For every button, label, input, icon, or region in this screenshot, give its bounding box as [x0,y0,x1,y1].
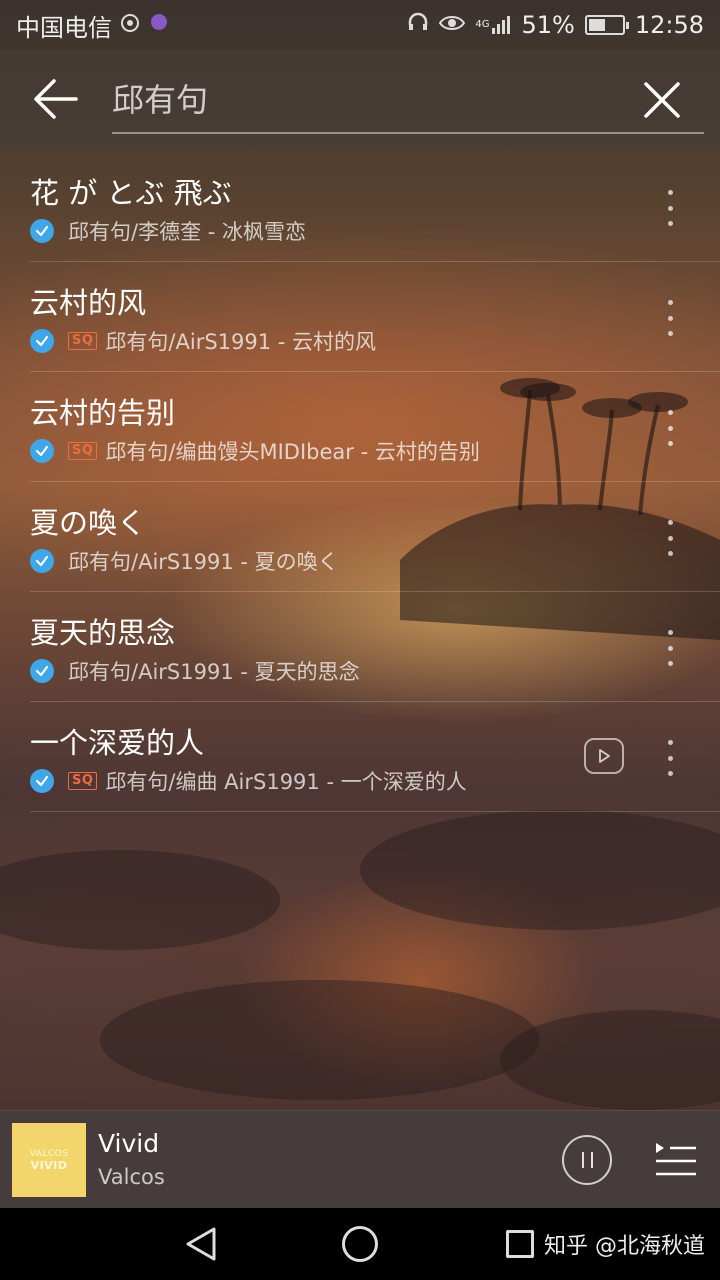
song-title: 夏の喚く [30,506,147,540]
mini-player[interactable]: VALCOS VIVID Vivid Valcos [0,1110,720,1208]
song-title: 云村的告别 [30,396,176,430]
song-title: 云村的风 [30,286,147,320]
sq-badge: SQ [68,332,98,350]
more-options-icon[interactable] [660,410,680,446]
downloaded-check-icon [30,219,54,243]
app-notification-icon [148,11,170,39]
battery-icon [584,15,629,35]
search-input[interactable]: 邱有句 [112,74,704,134]
headphones-icon [407,11,429,39]
song-meta: SQ 邱有句/编曲馒头MIDIbear - 云村的告别 [30,436,480,466]
nav-back-icon[interactable] [184,1226,218,1262]
song-meta: 邱有句/李德奎 - 冰枫雪恋 [30,216,306,246]
song-title: 一个深爱的人 [30,726,205,760]
watermark: 知乎 @北海秋道 [544,1234,705,1259]
clock: 12:58 [634,11,704,39]
song-list: 花 が とぶ 飛ぶ邱有句/李德奎 - 冰枫雪恋云村的风 SQ 邱有句/AirS199… [0,152,720,812]
song-meta: SQ 邱有句/AirS1991 - 云村的风 [30,326,376,356]
playlist-icon[interactable] [654,1137,698,1181]
song-row[interactable]: 云村的风 SQ 邱有句/AirS1991 - 云村的风 [30,262,720,372]
more-options-icon[interactable] [660,190,680,226]
song-meta: SQ 邱有句/编曲 AirS1991 - 一个深爱的人 [30,766,467,796]
downloaded-check-icon [30,329,54,353]
signal-icon: 4G [475,16,511,34]
song-artist-album: 邱有句/AirS1991 - 云村的风 [105,330,377,354]
downloaded-check-icon [30,659,54,683]
song-artist-album: 邱有句/AirS1991 - 夏天的思念 [68,660,360,684]
more-options-icon[interactable] [660,300,680,336]
song-row[interactable]: 一个深爱的人 SQ 邱有句/编曲 AirS1991 - 一个深爱的人 [30,702,720,812]
status-bar: 中国电信 4G 51% 12:58 [0,0,720,50]
eye-icon [439,11,466,39]
downloaded-check-icon [30,769,54,793]
song-meta: 邱有句/AirS1991 - 夏天的思念 [30,656,360,686]
song-artist-album: 邱有句/AirS1991 - 夏の喚く [68,550,339,574]
song-artist-album: 邱有句/李德奎 - 冰枫雪恋 [68,220,307,244]
song-row[interactable]: 花 が とぶ 飛ぶ邱有句/李德奎 - 冰枫雪恋 [30,152,720,262]
netease-notification-icon [120,11,140,39]
downloaded-check-icon [30,549,54,573]
downloaded-check-icon [30,439,54,463]
play-video-icon[interactable] [584,738,624,774]
more-options-icon[interactable] [660,740,680,776]
sq-badge: SQ [68,442,98,460]
nav-home-icon[interactable] [342,1226,378,1262]
song-row[interactable]: 夏天的思念邱有句/AirS1991 - 夏天的思念 [30,592,720,702]
close-icon[interactable] [640,78,684,122]
pause-icon[interactable] [562,1135,612,1185]
now-playing-title: Vivid [98,1129,160,1158]
album-art[interactable]: VALCOS VIVID [12,1123,86,1197]
song-title: 夏天的思念 [30,616,176,650]
carrier-label: 中国电信 [16,13,112,42]
now-playing-artist: Valcos [98,1165,165,1189]
song-artist-album: 邱有句/编曲馒头MIDIbear - 云村的告别 [105,440,480,464]
battery-percent: 51% [521,11,575,39]
song-row[interactable]: 夏の喚く邱有句/AirS1991 - 夏の喚く [30,482,720,592]
system-nav-bar: 知乎 @北海秋道 [0,1208,720,1280]
song-artist-album: 邱有句/编曲 AirS1991 - 一个深爱的人 [105,770,467,794]
back-arrow-icon[interactable] [30,76,82,122]
nav-recents-icon[interactable] [506,1230,534,1258]
more-options-icon[interactable] [660,630,680,666]
song-meta: 邱有句/AirS1991 - 夏の喚く [30,546,339,576]
more-options-icon[interactable] [660,520,680,556]
search-header: 邱有句 [0,50,720,152]
song-title: 花 が とぶ 飛ぶ [30,176,232,210]
song-row[interactable]: 云村的告别 SQ 邱有句/编曲馒头MIDIbear - 云村的告别 [30,372,720,482]
sq-badge: SQ [68,772,98,790]
